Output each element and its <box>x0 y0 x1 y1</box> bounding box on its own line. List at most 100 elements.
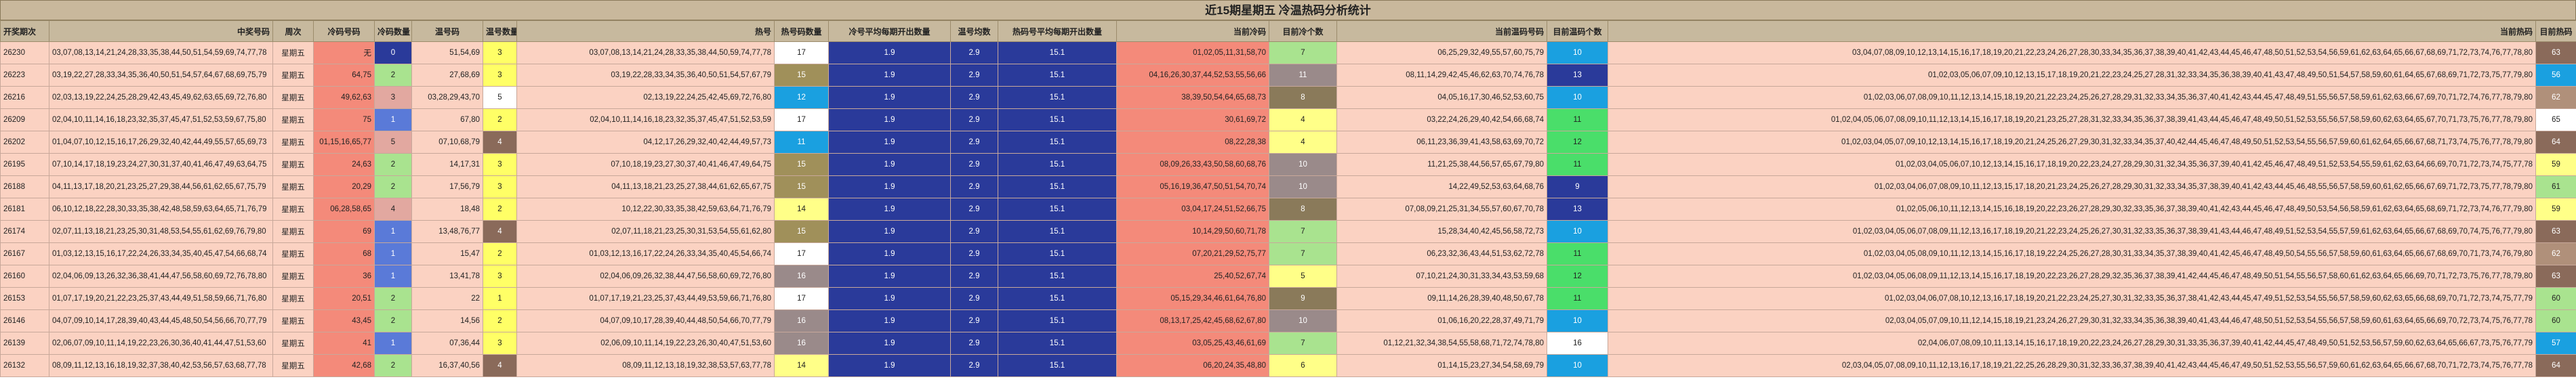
hot-count: 16 <box>774 332 829 355</box>
current-warm-count: 12 <box>1547 131 1608 154</box>
current-warm-numbers: 08,11,14,29,42,45,46,62,63,70,74,76,78 <box>1336 64 1547 87</box>
table-row: 26167 01,03,12,13,15,16,17,22,24,26,33,34… <box>0 242 2576 265</box>
warm-numbers: 17,56,79 <box>411 175 483 198</box>
cold-avg: 1.9 <box>828 64 951 87</box>
table-row: 26230 03,07,08,13,14,21,24,28,33,35,38,44… <box>0 41 2576 64</box>
table-row: 26160 02,04,06,09,13,26,32,36,38,41,44,47… <box>0 265 2576 288</box>
winning-numbers: 02,04,06,09,13,26,32,36,38,41,44,47,56,5… <box>49 265 273 288</box>
current-cold-numbers: 25,40,52,67,74 <box>1116 265 1269 288</box>
current-cold-numbers: 05,15,29,34,46,61,64,76,80 <box>1116 287 1269 310</box>
current-cold-count: 10 <box>1269 309 1337 332</box>
table-row: 26174 02,07,11,13,18,21,23,25,30,31,48,53… <box>0 220 2576 243</box>
cold-numbers: 69 <box>313 220 375 243</box>
hot-numbers: 04,12,17,26,29,32,40,42,44,49,57,73 <box>516 131 775 154</box>
cold-count: 1 <box>374 332 412 355</box>
stats-table: 开奖期次 中奖号码 周次 冷码号码 冷码数量 温号码 温号数量 热号 热号码数量… <box>0 20 2576 377</box>
current-cold-count: 4 <box>1269 131 1337 154</box>
cold-numbers: 无 <box>313 41 375 64</box>
current-cold-numbers: 08,09,26,33,43,50,58,60,68,76 <box>1116 153 1269 176</box>
table-row: 26216 02,03,13,19,22,24,25,28,29,42,43,45… <box>0 86 2576 109</box>
weekday-cell: 星期五 <box>272 131 314 154</box>
cold-avg: 1.9 <box>828 41 951 64</box>
current-warm-count: 10 <box>1547 41 1608 64</box>
cold-count: 1 <box>374 220 412 243</box>
hot-numbers: 02,04,06,09,26,32,38,44,47,56,58,60,69,7… <box>516 265 775 288</box>
winning-numbers: 02,06,07,09,10,11,14,19,22,23,26,30,36,4… <box>49 332 273 355</box>
cold-count: 2 <box>374 287 412 310</box>
hot-avg: 15.1 <box>998 131 1117 154</box>
header-weekday: 周次 <box>272 20 314 42</box>
current-hot-numbers: 01,02,03,04,06,07,08,10,12,13,16,17,18,1… <box>1608 287 2536 310</box>
weekday-cell: 星期五 <box>272 153 314 176</box>
current-cold-count: 8 <box>1269 86 1337 109</box>
period-cell: 26160 <box>0 265 49 288</box>
winning-numbers: 01,04,07,10,12,15,16,17,26,29,32,40,42,4… <box>49 131 273 154</box>
hot-count: 17 <box>774 287 829 310</box>
warm-numbers: 07,36,44 <box>411 332 483 355</box>
cold-count: 5 <box>374 131 412 154</box>
warm-count: 3 <box>483 175 517 198</box>
table-row: 26146 04,07,09,10,14,17,28,39,40,43,44,45… <box>0 309 2576 332</box>
warm-count: 2 <box>483 108 517 131</box>
cold-numbers: 42,68 <box>313 354 375 377</box>
period-cell: 26181 <box>0 198 49 221</box>
current-hot-numbers: 02,03,04,05,07,08,09,10,11,12,13,16,17,1… <box>1608 354 2536 377</box>
cold-count: 2 <box>374 153 412 176</box>
current-warm-numbers: 06,25,29,32,49,55,57,60,75,79 <box>1336 41 1547 64</box>
header-hot-avg: 热码号平均每期开出数量 <box>998 20 1117 42</box>
current-cold-numbers: 30,61,69,72 <box>1116 108 1269 131</box>
period-cell: 26132 <box>0 354 49 377</box>
weekday-cell: 星期五 <box>272 64 314 87</box>
period-cell: 26174 <box>0 220 49 243</box>
current-hot-numbers: 01,02,04,05,06,07,08,09,10,11,12,13,14,1… <box>1608 108 2536 131</box>
warm-avg: 2.9 <box>950 332 998 355</box>
current-cold-count: 7 <box>1269 242 1337 265</box>
current-warm-numbers: 01,14,15,23,27,34,54,58,69,79 <box>1336 354 1547 377</box>
warm-avg: 2.9 <box>950 131 998 154</box>
header-winning: 中奖号码 <box>49 20 273 42</box>
warm-avg: 2.9 <box>950 287 998 310</box>
hot-avg: 15.1 <box>998 175 1117 198</box>
cold-numbers: 49,62,63 <box>313 86 375 109</box>
warm-numbers: 18,48 <box>411 198 483 221</box>
period-cell: 26202 <box>0 131 49 154</box>
cold-count: 2 <box>374 309 412 332</box>
warm-avg: 2.9 <box>950 198 998 221</box>
warm-count: 1 <box>483 287 517 310</box>
cold-avg: 1.9 <box>828 108 951 131</box>
current-hot-count: 62 <box>2535 242 2576 265</box>
current-hot-count: 62 <box>2535 86 2576 109</box>
warm-avg: 2.9 <box>950 86 998 109</box>
current-warm-count: 13 <box>1547 198 1608 221</box>
warm-numbers: 51,54,69 <box>411 41 483 64</box>
current-cold-numbers: 04,16,26,30,37,44,52,53,55,56,66 <box>1116 64 1269 87</box>
table-row: 26209 02,04,10,11,14,16,18,23,32,35,37,45… <box>0 108 2576 131</box>
cold-avg: 1.9 <box>828 332 951 355</box>
header-hot: 热号 <box>516 20 775 42</box>
winning-numbers: 02,03,13,19,22,24,25,28,29,42,43,45,49,6… <box>49 86 273 109</box>
hot-numbers: 02,13,19,22,24,25,42,45,69,72,76,80 <box>516 86 775 109</box>
current-warm-count: 10 <box>1547 220 1608 243</box>
cold-count: 2 <box>374 64 412 87</box>
warm-count: 3 <box>483 41 517 64</box>
winning-numbers: 01,03,12,13,15,16,17,22,24,26,33,34,35,4… <box>49 242 273 265</box>
current-hot-numbers: 01,02,03,05,06,07,09,10,12,13,15,17,18,1… <box>1608 64 2536 87</box>
current-cold-count: 7 <box>1269 41 1337 64</box>
current-warm-numbers: 06,11,23,36,39,41,43,58,63,69,70,72 <box>1336 131 1547 154</box>
hot-avg: 15.1 <box>998 242 1117 265</box>
current-warm-count: 11 <box>1547 287 1608 310</box>
warm-avg: 2.9 <box>950 220 998 243</box>
winning-numbers: 07,10,14,17,18,19,23,24,27,30,31,37,40,4… <box>49 153 273 176</box>
weekday-cell: 星期五 <box>272 41 314 64</box>
weekday-cell: 星期五 <box>272 287 314 310</box>
winning-numbers: 06,10,12,18,22,28,30,33,35,38,42,48,58,5… <box>49 198 273 221</box>
winning-numbers: 03,19,22,27,28,33,34,35,36,40,50,51,54,5… <box>49 64 273 87</box>
current-cold-count: 9 <box>1269 287 1337 310</box>
warm-avg: 2.9 <box>950 108 998 131</box>
current-warm-numbers: 09,11,14,26,28,39,40,48,50,67,78 <box>1336 287 1547 310</box>
period-cell: 26153 <box>0 287 49 310</box>
current-hot-numbers: 01,02,03,04,05,08,09,10,11,12,13,14,15,1… <box>1608 242 2536 265</box>
page-title: 近15期星期五 冷温热码分析统计 <box>0 0 2576 20</box>
current-hot-count: 60 <box>2535 309 2576 332</box>
header-cur-warm: 当前温码号码 <box>1336 20 1547 42</box>
